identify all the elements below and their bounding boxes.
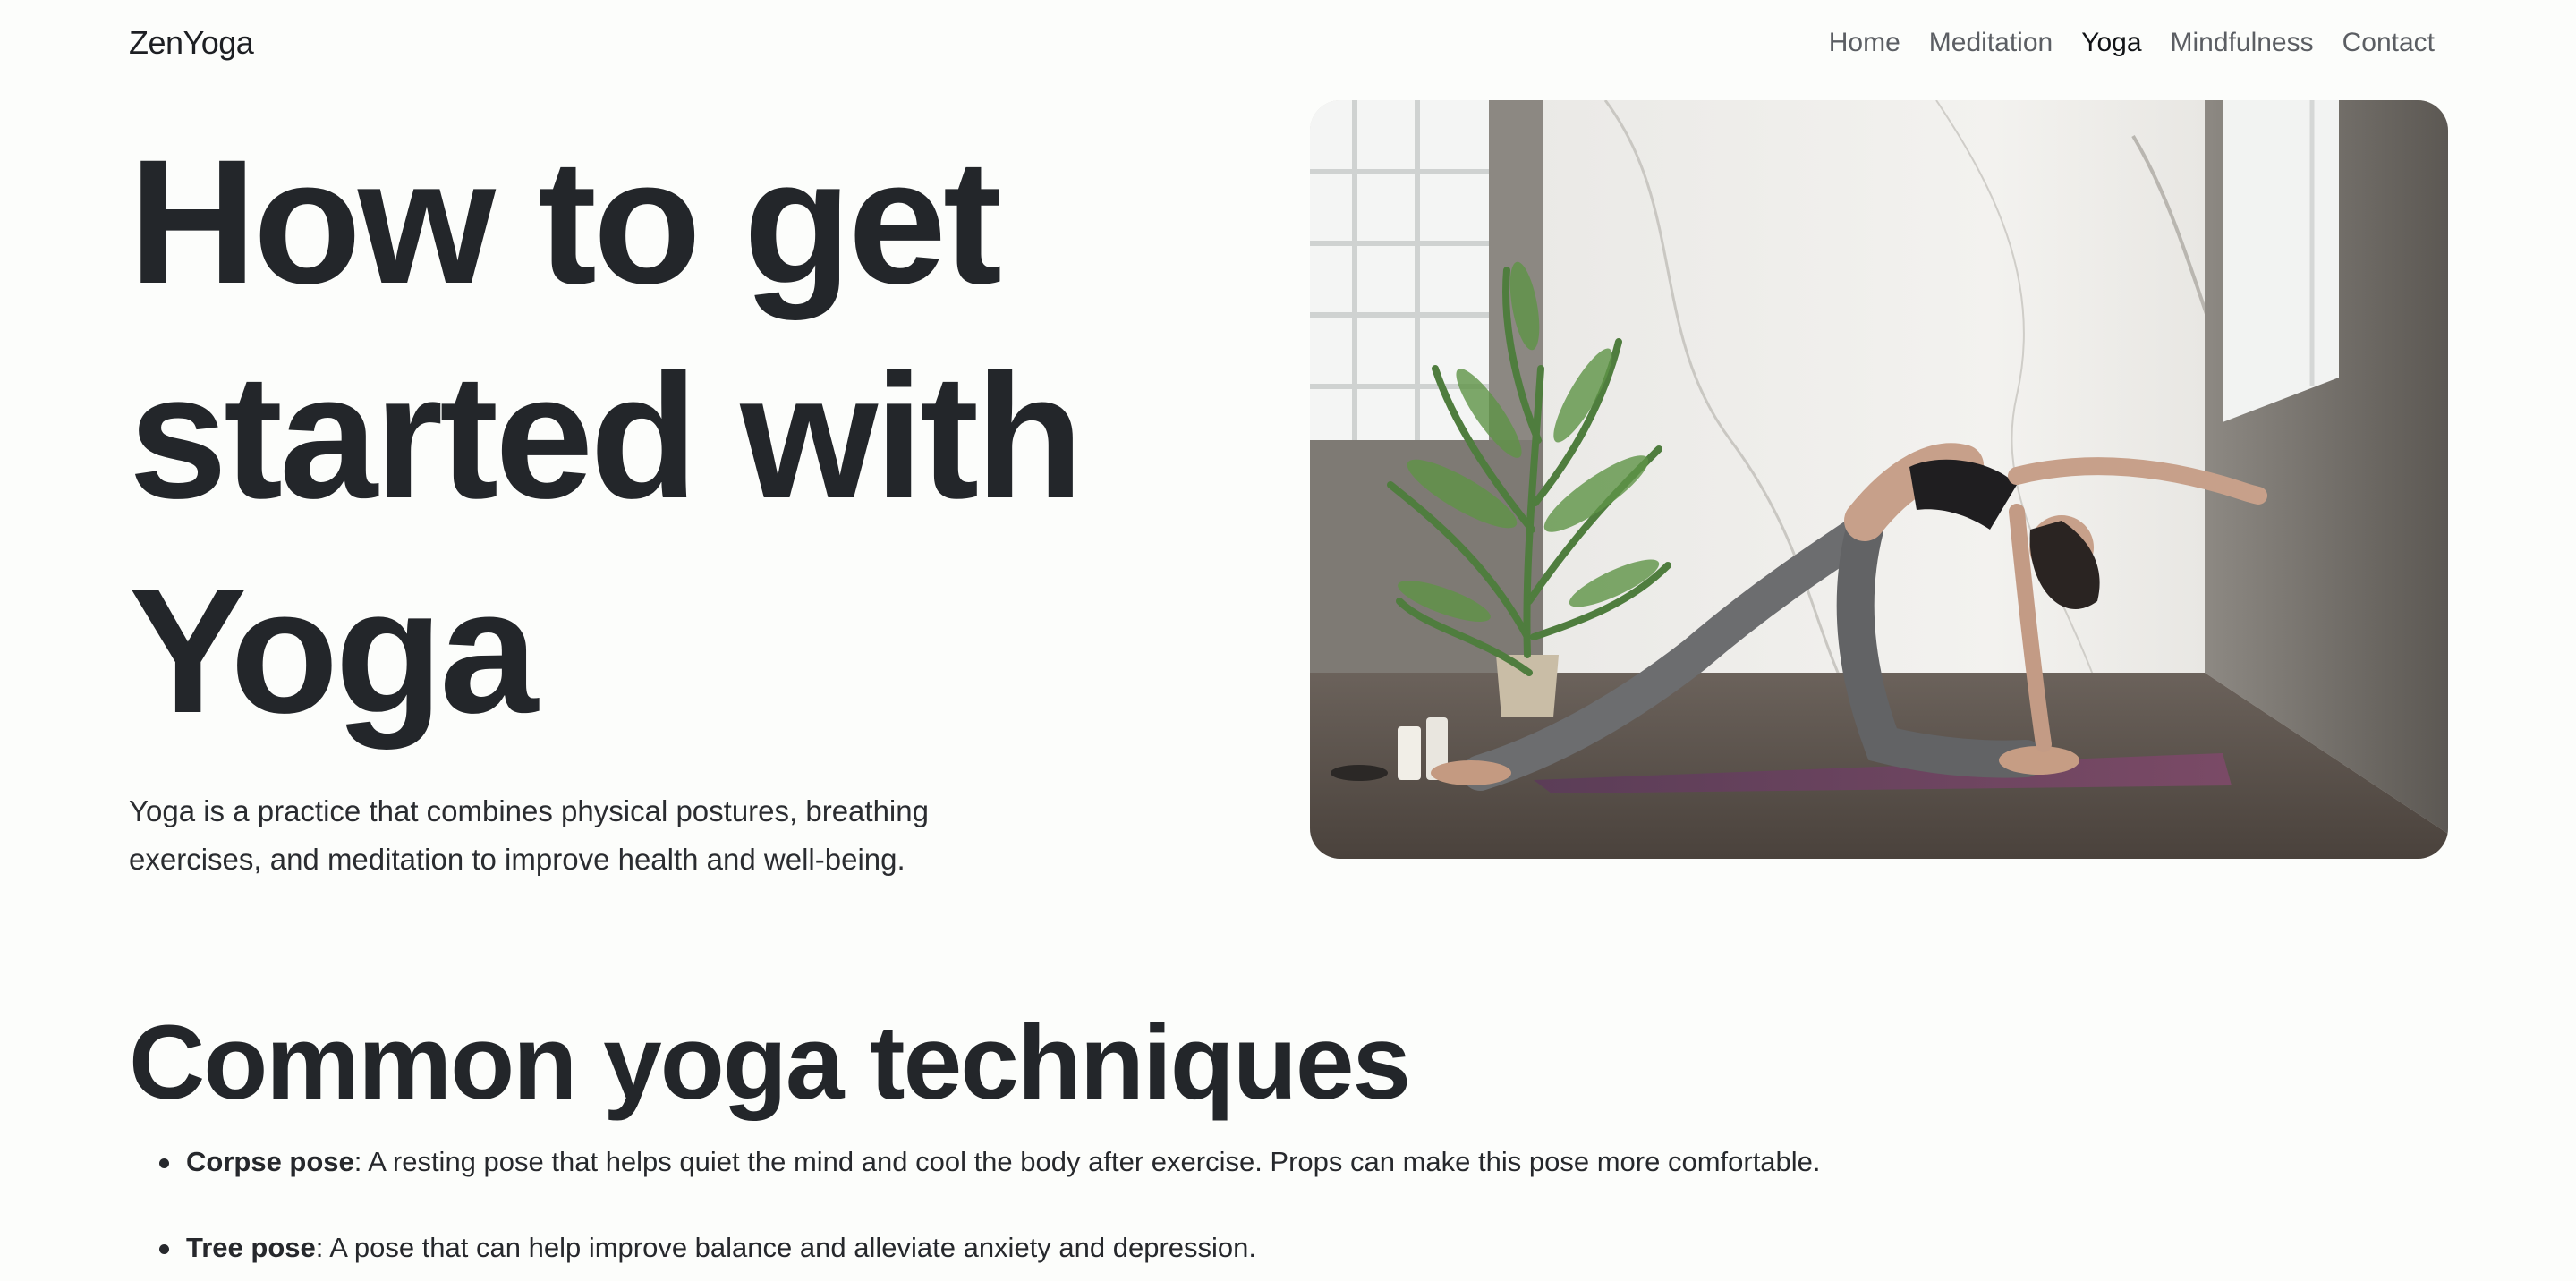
list-item: Tree pose: A pose that can help improve … (129, 1224, 2276, 1272)
nav-link-yoga[interactable]: Yoga (2081, 21, 2141, 64)
nav-links: Home Meditation Yoga Mindfulness Contact (1829, 21, 2435, 64)
technique-name: Tree pose (186, 1232, 316, 1263)
technique-description: : A resting pose that helps quiet the mi… (353, 1146, 1821, 1177)
technique-name: Corpse pose (186, 1146, 354, 1177)
nav-link-home[interactable]: Home (1829, 21, 1900, 64)
hero-title: How to get started with Yoga (129, 123, 1084, 750)
hero-lead-text: Yoga is a practice that combines physica… (129, 794, 929, 876)
techniques-list: Corpse pose: A resting pose that helps q… (129, 1138, 2276, 1281)
hero-yoga-photo (1310, 100, 2448, 859)
technique-description: : A pose that can help improve balance a… (315, 1232, 1257, 1263)
top-navbar: ZenYoga Home Meditation Yoga Mindfulness… (0, 0, 2576, 86)
list-item: Corpse pose: A resting pose that helps q… (129, 1138, 2276, 1186)
techniques-heading: Common yoga techniques (129, 1004, 1411, 1122)
nav-link-contact[interactable]: Contact (2342, 21, 2435, 64)
nav-link-meditation[interactable]: Meditation (1929, 21, 2053, 64)
nav-link-mindfulness[interactable]: Mindfulness (2171, 21, 2314, 64)
brand-logo-link[interactable]: ZenYoga (129, 21, 254, 64)
page: ZenYoga Home Meditation Yoga Mindfulness… (0, 0, 2576, 1281)
